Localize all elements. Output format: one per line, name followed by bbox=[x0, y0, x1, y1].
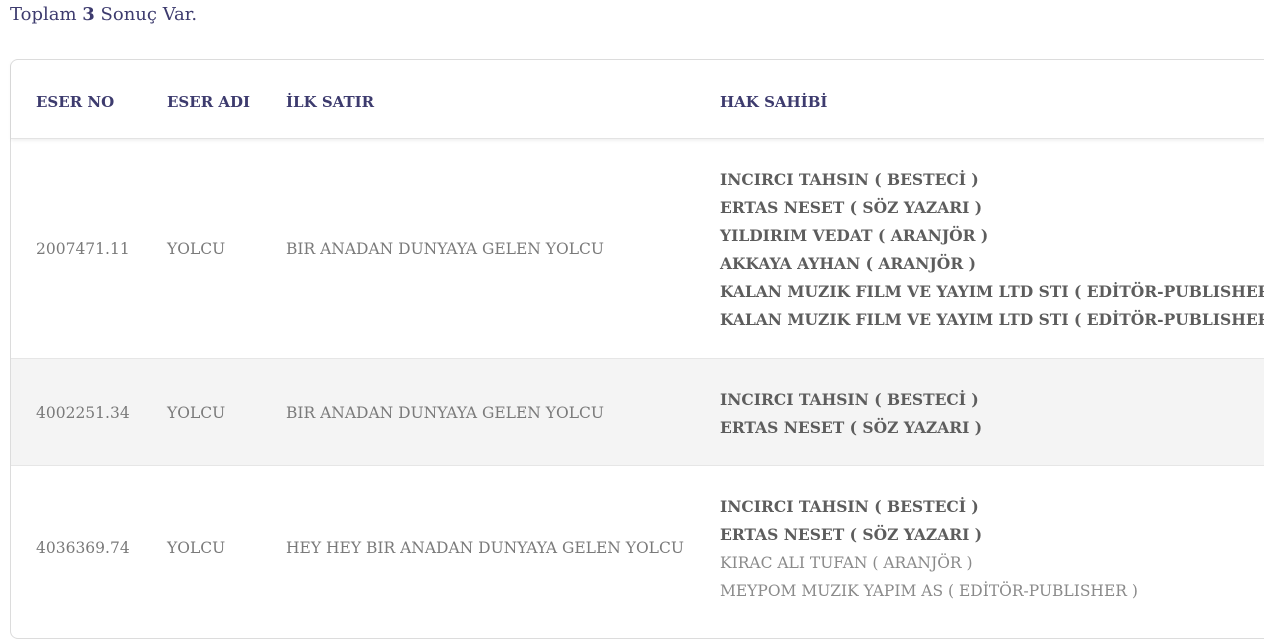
table-row: 4036369.74 YOLCU HEY HEY BIR ANADAN DUNY… bbox=[11, 465, 1264, 641]
results-count: 3 bbox=[82, 4, 95, 25]
owner-item: KALAN MUZIK FILM VE YAYIM LTD STI ( EDİT… bbox=[720, 282, 1264, 301]
cell-eser-no: 2007471.11 bbox=[36, 240, 130, 258]
results-table: ESER NO ESER ADI İLK SATIR HAK SAHİBİ 20… bbox=[10, 59, 1264, 639]
header-eser-adi: ESER ADI bbox=[167, 93, 251, 111]
owner-item: ERTAS NESET ( SÖZ YAZARI ) bbox=[720, 525, 983, 544]
header-eser-no: ESER NO bbox=[36, 93, 115, 111]
owner-list: INCIRCI TAHSIN ( BESTECİ ) ERTAS NESET (… bbox=[720, 493, 1138, 605]
cell-eser-adi: YOLCU bbox=[167, 539, 226, 557]
cell-eser-no: 4002251.34 bbox=[36, 404, 130, 422]
owner-item: AKKAYA AYHAN ( ARANJÖR ) bbox=[720, 254, 976, 273]
cell-ilk-satir: BIR ANADAN DUNYAYA GELEN YOLCU bbox=[286, 404, 604, 422]
owner-item: YILDIRIM VEDAT ( ARANJÖR ) bbox=[720, 226, 989, 245]
owner-item: KIRAC ALI TUFAN ( ARANJÖR ) bbox=[720, 554, 973, 572]
table-row: 4002251.34 YOLCU BIR ANADAN DUNYAYA GELE… bbox=[11, 358, 1264, 466]
header-hak-sahibi: HAK SAHİBİ bbox=[720, 93, 828, 111]
summary-suffix: Sonuç Var. bbox=[100, 4, 198, 25]
summary-prefix: Toplam bbox=[10, 4, 77, 25]
owner-item: ERTAS NESET ( SÖZ YAZARI ) bbox=[720, 198, 983, 217]
header-ilk-satir: İLK SATIR bbox=[286, 93, 375, 111]
owner-list: INCIRCI TAHSIN ( BESTECİ ) ERTAS NESET (… bbox=[720, 386, 982, 442]
owner-item: INCIRCI TAHSIN ( BESTECİ ) bbox=[720, 390, 979, 409]
owner-item: KALAN MUZIK FILM VE YAYIM LTD STI ( EDİT… bbox=[720, 310, 1264, 329]
owner-item: INCIRCI TAHSIN ( BESTECİ ) bbox=[720, 497, 979, 516]
owner-item: MEYPOM MUZIK YAPIM AS ( EDİTÖR-PUBLISHER… bbox=[720, 582, 1138, 600]
cell-eser-adi: YOLCU bbox=[167, 240, 226, 258]
owner-item: ERTAS NESET ( SÖZ YAZARI ) bbox=[720, 418, 983, 437]
cell-eser-adi: YOLCU bbox=[167, 404, 226, 422]
table-row: 2007471.11 YOLCU BIR ANADAN DUNYAYA GELE… bbox=[11, 139, 1264, 358]
results-summary: Toplam 3 Sonuç Var. bbox=[10, 4, 197, 25]
table-header: ESER NO ESER ADI İLK SATIR HAK SAHİBİ bbox=[11, 60, 1264, 139]
cell-ilk-satir: HEY HEY BIR ANADAN DUNYAYA GELEN YOLCU bbox=[286, 539, 684, 557]
owner-item: INCIRCI TAHSIN ( BESTECİ ) bbox=[720, 170, 979, 189]
cell-ilk-satir: BIR ANADAN DUNYAYA GELEN YOLCU bbox=[286, 240, 604, 258]
cell-eser-no: 4036369.74 bbox=[36, 539, 130, 557]
owner-list: INCIRCI TAHSIN ( BESTECİ ) ERTAS NESET (… bbox=[720, 166, 1264, 334]
